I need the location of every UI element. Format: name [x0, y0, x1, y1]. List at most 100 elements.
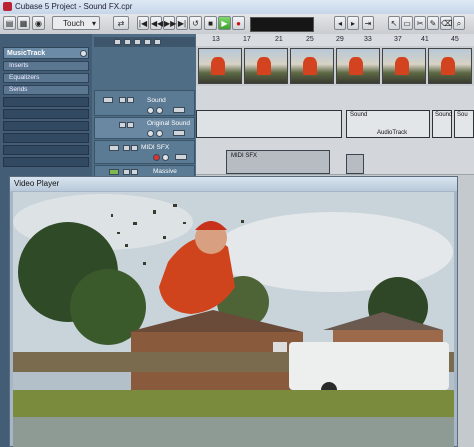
video-player-title: Video Player	[14, 179, 60, 188]
track-list-button[interactable]	[144, 39, 151, 45]
select-tool-icon[interactable]: ↖	[388, 16, 400, 30]
track-midi-sfx[interactable]: MIDI SFX	[94, 140, 195, 164]
mute-icon[interactable]	[119, 97, 126, 103]
track-name: Massive	[153, 168, 177, 175]
folder-icon	[103, 97, 113, 103]
record-mode-icon[interactable]: ◉	[32, 16, 45, 30]
midi-event[interactable]	[346, 154, 364, 174]
inspector-track-header[interactable]: MusicTrack	[3, 47, 89, 59]
track-list-toolbar	[94, 37, 195, 47]
audio-event[interactable]: Sou	[454, 110, 474, 138]
track-lane: MIDI SFX	[196, 140, 474, 175]
pencil-tool-icon[interactable]: ✎	[427, 16, 439, 30]
video-thumbnail	[198, 48, 242, 84]
track-list-button[interactable]	[124, 39, 131, 45]
instrument-icon	[109, 169, 119, 175]
video-player-titlebar[interactable]: Video Player	[10, 177, 457, 191]
inspector-power-icon[interactable]	[80, 50, 87, 57]
ruler-bar-number: 33	[364, 36, 372, 43]
track-edit-icon[interactable]	[173, 107, 185, 113]
zoom-tool-icon[interactable]: ⌕	[453, 16, 465, 30]
inspector-section-inserts[interactable]: Inserts	[3, 61, 89, 71]
record-enable-icon[interactable]	[153, 154, 160, 161]
audio-event-waveform[interactable]	[196, 110, 342, 138]
ruler-bar-number: 25	[306, 36, 314, 43]
go-to-start-icon[interactable]: |◀	[137, 16, 149, 30]
solo-icon[interactable]	[131, 145, 138, 151]
solo-icon[interactable]	[127, 97, 134, 103]
video-scene-image	[13, 192, 454, 447]
audio-event[interactable]: Sound AudioTrack	[346, 110, 430, 138]
record-enable-icon[interactable]	[147, 130, 154, 137]
autoscroll-icon[interactable]: ⇥	[362, 16, 374, 30]
track-sound[interactable]: Sound	[94, 90, 195, 116]
solo-icon[interactable]	[131, 169, 138, 175]
toolbar: ▤ ▦ ◉ Touch ▾ ⇄ |◀ ◀◀ ▶▶ ▶| ↺ ■ ▶ ● ◂ ▸ …	[0, 14, 474, 35]
ruler-bar-number: 13	[212, 36, 220, 43]
video-track-thumbnails[interactable]	[196, 46, 474, 86]
ruler-bar-number: 45	[451, 36, 459, 43]
midi-event[interactable]: MIDI SFX	[226, 150, 330, 174]
monitor-icon[interactable]	[156, 107, 163, 114]
track-name: MIDI SFX	[141, 144, 170, 151]
rewind-icon[interactable]: ◀◀	[150, 16, 163, 30]
go-to-end-icon[interactable]: ▶|	[176, 16, 188, 30]
automation-mode-select[interactable]: Touch ▾	[52, 16, 100, 30]
video-thumbnail	[290, 48, 334, 84]
track-edit-icon[interactable]	[175, 154, 187, 160]
track-name: Sound	[147, 97, 166, 104]
window-title: Cubase 5 Project - Sound FX.cpr	[15, 2, 133, 11]
ruler-bar-number: 41	[421, 36, 429, 43]
inspector-collapsed-section[interactable]	[3, 133, 89, 143]
inspector-section-label: Inserts	[9, 62, 29, 69]
snap-icon[interactable]: ⇄	[113, 16, 129, 30]
record-enable-icon[interactable]	[147, 107, 154, 114]
track-edit-icon[interactable]	[173, 130, 185, 136]
video-thumbnail	[244, 48, 288, 84]
video-frame	[13, 192, 454, 447]
video-thumbnail	[382, 48, 426, 84]
time-display	[250, 17, 314, 32]
record-icon[interactable]: ●	[232, 16, 245, 30]
inspector-section-equalizers[interactable]: Equalizers	[3, 73, 89, 83]
inspector-collapsed-section[interactable]	[3, 109, 89, 119]
audio-event[interactable]: Sound	[432, 110, 452, 138]
erase-tool-icon[interactable]: ⌫	[440, 16, 452, 30]
inspector-section-sends[interactable]: Sends	[3, 85, 89, 95]
mute-icon[interactable]	[123, 145, 130, 151]
inspector-section-label: Equalizers	[9, 74, 40, 81]
range-tool-icon[interactable]: ▭	[401, 16, 413, 30]
inspector-collapsed-section[interactable]	[3, 145, 89, 155]
track-original-sound[interactable]: Original Sound	[94, 117, 195, 139]
inspector-collapsed-section[interactable]	[3, 121, 89, 131]
show-infoline-icon[interactable]: ▦	[17, 16, 30, 30]
forward-icon[interactable]: ▶▶	[163, 16, 176, 30]
solo-icon[interactable]	[127, 122, 134, 128]
monitor-icon[interactable]	[162, 154, 169, 161]
video-player-window[interactable]: Video Player	[9, 176, 458, 447]
show-inspector-icon[interactable]: ▤	[3, 16, 16, 30]
cycle-icon[interactable]: ↺	[189, 16, 202, 30]
inspector-collapsed-section[interactable]	[3, 97, 89, 107]
video-thumbnail	[336, 48, 380, 84]
play-icon[interactable]: ▶	[218, 16, 231, 30]
title-bar: Cubase 5 Project - Sound FX.cpr	[0, 0, 474, 15]
nudge-right-icon[interactable]: ▸	[347, 16, 359, 30]
ruler-bar-number: 17	[243, 36, 251, 43]
split-tool-icon[interactable]: ✂	[414, 16, 426, 30]
ruler-bar-number: 29	[336, 36, 344, 43]
track-list-button[interactable]	[154, 39, 161, 45]
inspector-collapsed-section[interactable]	[3, 157, 89, 167]
track-list-button[interactable]	[114, 39, 121, 45]
road	[13, 417, 454, 447]
cubase-app-icon	[3, 2, 12, 11]
inspector-track-name: MusicTrack	[7, 50, 46, 57]
event-label: AudioTrack	[377, 130, 408, 136]
nudge-left-icon[interactable]: ◂	[334, 16, 346, 30]
monitor-icon[interactable]	[156, 130, 163, 137]
mute-icon[interactable]	[123, 169, 130, 175]
track-list-button[interactable]	[134, 39, 141, 45]
mute-icon[interactable]	[119, 122, 126, 128]
ruler-bar-number: 21	[275, 36, 283, 43]
stop-icon[interactable]: ■	[204, 16, 217, 30]
